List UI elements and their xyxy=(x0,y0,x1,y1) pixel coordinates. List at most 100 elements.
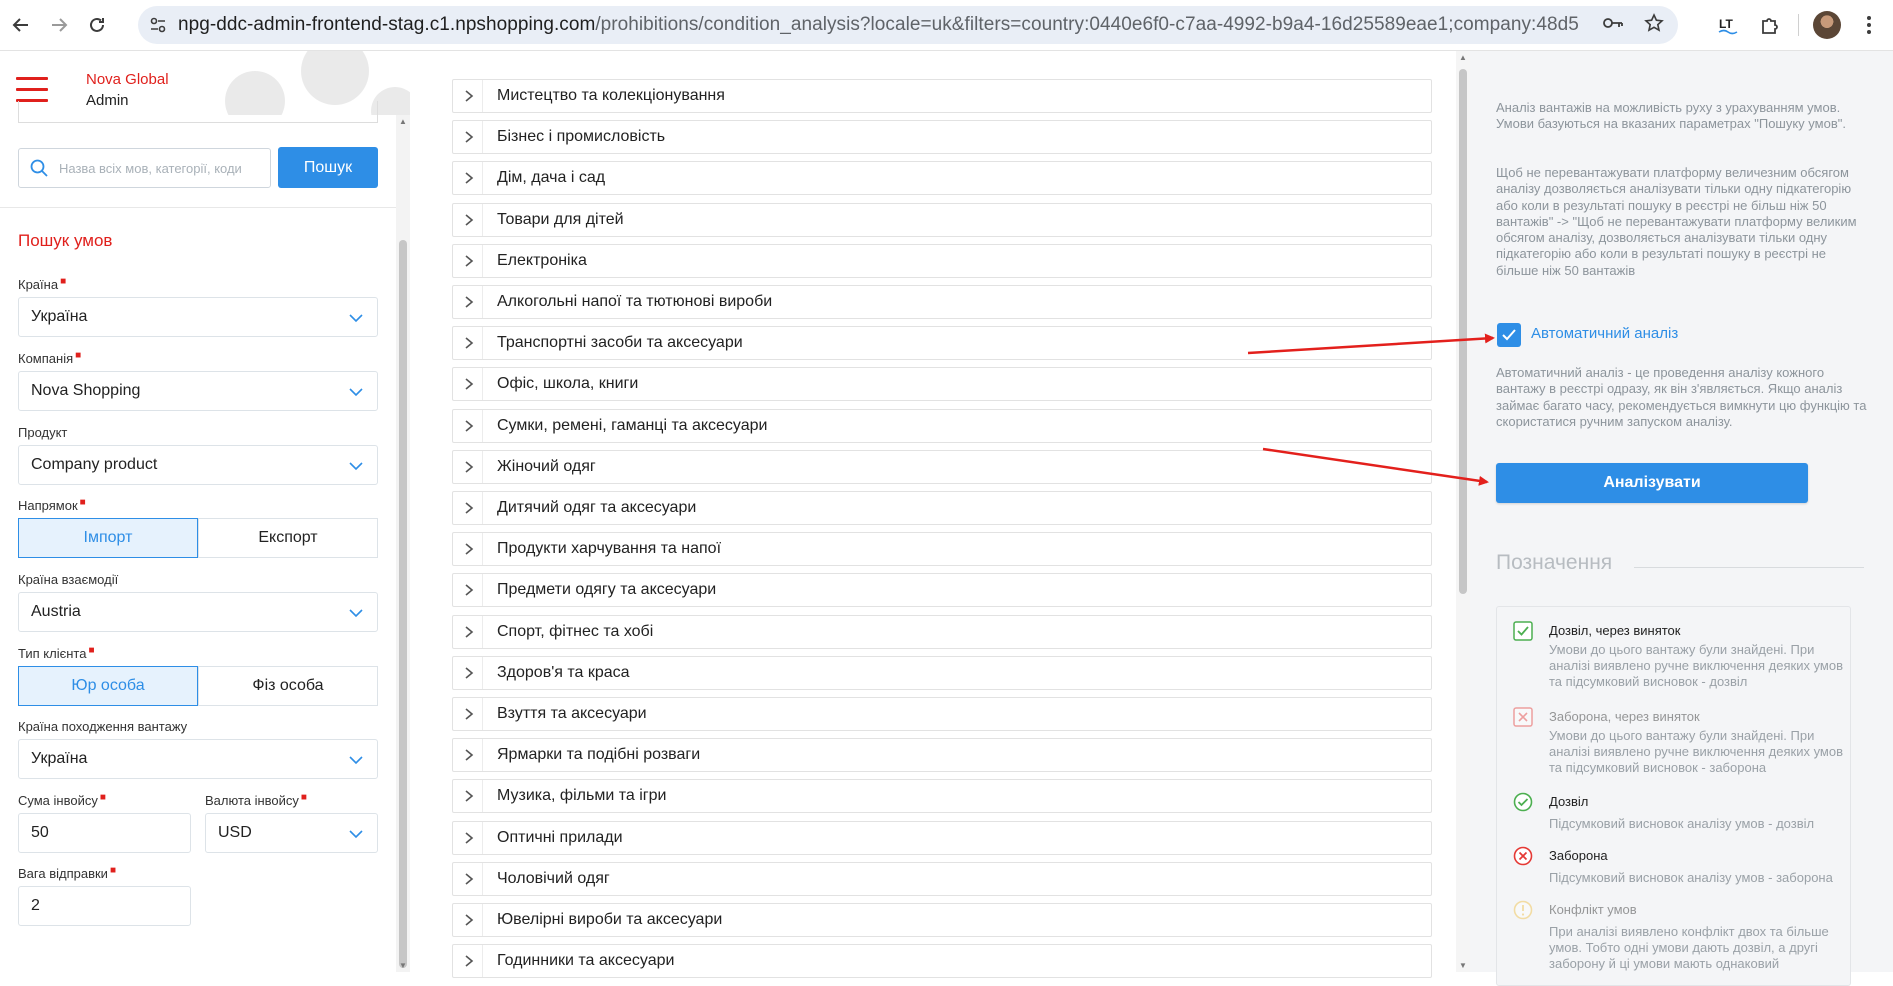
bookmark-star-icon[interactable] xyxy=(1644,12,1664,38)
auto-analysis-checkbox[interactable] xyxy=(1497,323,1521,347)
browser-toolbar: npg-ddc-admin-frontend-stag.c1.npshoppin… xyxy=(0,0,1893,51)
chevron-right-icon[interactable] xyxy=(455,574,483,607)
category-row[interactable]: Алкогольні напої та тютюнові вироби xyxy=(452,285,1432,319)
auto-analysis-label[interactable]: Автоматичний аналіз xyxy=(1531,325,1678,342)
category-label: Оптичні прилади xyxy=(497,828,623,846)
client-type-legal-option[interactable]: Юр особа xyxy=(18,666,198,706)
sidebar-scrollbar[interactable]: ▲ ▼ xyxy=(396,115,410,972)
chevron-right-icon[interactable] xyxy=(455,162,483,195)
hamburger-menu-icon[interactable] xyxy=(16,77,48,102)
category-row[interactable]: Предмети одягу та аксесуари xyxy=(452,573,1432,608)
sidebar-scroll-thumb[interactable] xyxy=(399,240,407,968)
category-row[interactable]: Транспортні засоби та аксесуари xyxy=(452,326,1432,361)
site-settings-icon[interactable] xyxy=(138,6,178,44)
category-row[interactable]: Здоров'я та краса xyxy=(452,655,1432,690)
chevron-right-icon[interactable] xyxy=(455,698,483,730)
scroll-down-arrow-icon[interactable]: ▼ xyxy=(1459,961,1467,970)
forward-icon[interactable] xyxy=(42,8,76,42)
chevron-down-icon xyxy=(349,756,363,765)
client-type-individual-option[interactable]: Фіз особа xyxy=(198,666,378,706)
category-label: Сумки, ремені, гаманці та аксесуари xyxy=(497,416,768,434)
hidden-field-edge xyxy=(18,101,378,123)
main-scroll-thumb[interactable] xyxy=(1459,69,1467,594)
main-scrollbar[interactable]: ▲ ▼ xyxy=(1456,51,1470,972)
scroll-up-arrow-icon[interactable]: ▲ xyxy=(1459,53,1467,62)
chevron-right-icon[interactable] xyxy=(455,739,483,772)
chevron-right-icon[interactable] xyxy=(455,780,483,813)
category-row[interactable]: Дитячий одяг та аксесуари xyxy=(452,491,1432,525)
chevron-right-icon[interactable] xyxy=(455,945,483,978)
search-input[interactable] xyxy=(59,160,264,176)
address-bar[interactable]: npg-ddc-admin-frontend-stag.c1.npshoppin… xyxy=(138,6,1678,44)
search-field[interactable] xyxy=(18,148,271,188)
category-row[interactable]: Електроніка xyxy=(452,243,1432,278)
origin-country-label: Країна походження вантажу xyxy=(18,719,188,734)
chevron-right-icon[interactable] xyxy=(455,862,483,895)
chevron-right-icon[interactable] xyxy=(455,80,483,112)
profile-avatar[interactable] xyxy=(1813,11,1841,39)
currency-select[interactable]: USD xyxy=(205,813,378,853)
category-row[interactable]: Дім, дача і сад xyxy=(452,161,1432,196)
translate-extension-icon[interactable]: LT xyxy=(1714,11,1742,39)
category-row[interactable]: Сумки, ремені, гаманці та аксесуари xyxy=(452,408,1432,443)
chevron-right-icon[interactable] xyxy=(455,821,483,854)
partner-country-select[interactable]: Austria xyxy=(18,592,378,632)
category-label: Електроніка xyxy=(497,251,587,269)
weight-input[interactable]: 2 xyxy=(18,886,191,926)
category-row[interactable]: Товари для дітей xyxy=(452,202,1432,237)
back-icon[interactable] xyxy=(4,8,38,42)
chevron-right-icon[interactable] xyxy=(455,904,483,936)
chevron-right-icon[interactable] xyxy=(455,492,483,524)
extensions-puzzle-icon[interactable] xyxy=(1756,11,1784,39)
category-label: Ярмарки та подібні розваги xyxy=(497,746,701,764)
warning-circle-icon xyxy=(1513,900,1533,920)
category-row[interactable]: Музика, фільми та ігри xyxy=(452,779,1432,814)
chevron-right-icon[interactable] xyxy=(455,203,483,236)
password-key-icon[interactable] xyxy=(1602,15,1624,36)
category-row[interactable]: Бізнес і промисловість xyxy=(452,120,1432,155)
check-circle-icon xyxy=(1513,792,1533,812)
origin-country-select[interactable]: Україна xyxy=(18,739,378,779)
legend-item-title: Дозвіл xyxy=(1549,794,1589,809)
company-select[interactable]: Nova Shopping xyxy=(18,371,378,411)
chevron-right-icon[interactable] xyxy=(455,533,483,566)
category-row[interactable]: Офіс, школа, книги xyxy=(452,367,1432,402)
chevron-right-icon[interactable] xyxy=(455,244,483,277)
reload-icon[interactable] xyxy=(80,8,114,42)
category-row[interactable]: Спорт, фітнес та хобі xyxy=(452,614,1432,649)
chevron-right-icon[interactable] xyxy=(455,656,483,689)
direction-import-option[interactable]: Імпорт xyxy=(18,518,198,558)
invoice-sum-input[interactable]: 50 xyxy=(18,813,191,853)
category-row[interactable]: Оптичні прилади xyxy=(452,820,1432,855)
category-row[interactable]: Продукти харчування та напої xyxy=(452,532,1432,567)
category-row[interactable]: Годинники та аксесуари xyxy=(452,944,1432,979)
client-type-label: Тип клієнта ■ xyxy=(18,645,95,661)
chevron-right-icon[interactable] xyxy=(455,121,483,154)
search-button[interactable]: Пошук xyxy=(278,147,378,188)
chevron-right-icon[interactable] xyxy=(455,615,483,648)
category-row[interactable]: Ювелірні вироби та аксесуари xyxy=(452,903,1432,937)
chevron-right-icon[interactable] xyxy=(455,368,483,401)
search-conditions-sidebar: Пошук Пошук умов Країна■ Україна Компані… xyxy=(0,101,410,972)
browser-menu-icon[interactable] xyxy=(1855,11,1883,39)
category-row[interactable]: Жіночий одяг xyxy=(452,449,1432,484)
scroll-down-arrow-icon[interactable]: ▼ xyxy=(399,961,407,970)
category-label: Бізнес і промисловість xyxy=(497,128,666,146)
chevron-right-icon[interactable] xyxy=(455,409,483,442)
section-title: Пошук умов xyxy=(18,231,113,250)
product-select[interactable]: Company product xyxy=(18,445,378,485)
category-label: Взуття та аксесуари xyxy=(497,705,647,722)
category-row[interactable]: Чоловічий одяг xyxy=(452,861,1432,896)
analyze-button[interactable]: Аналізувати xyxy=(1496,463,1808,503)
chevron-right-icon[interactable] xyxy=(455,327,483,360)
category-label: Здоров'я та краса xyxy=(497,663,630,681)
scroll-up-arrow-icon[interactable]: ▲ xyxy=(399,117,407,126)
category-row[interactable]: Ярмарки та подібні розваги xyxy=(452,738,1432,773)
country-select[interactable]: Україна xyxy=(18,297,378,337)
category-row[interactable]: Взуття та аксесуари xyxy=(452,697,1432,731)
direction-export-option[interactable]: Експорт xyxy=(198,518,378,558)
legend-divider xyxy=(1634,567,1864,568)
chevron-right-icon[interactable] xyxy=(455,286,483,318)
chevron-right-icon[interactable] xyxy=(455,450,483,483)
category-row[interactable]: Мистецтво та колекціонування xyxy=(452,79,1432,113)
